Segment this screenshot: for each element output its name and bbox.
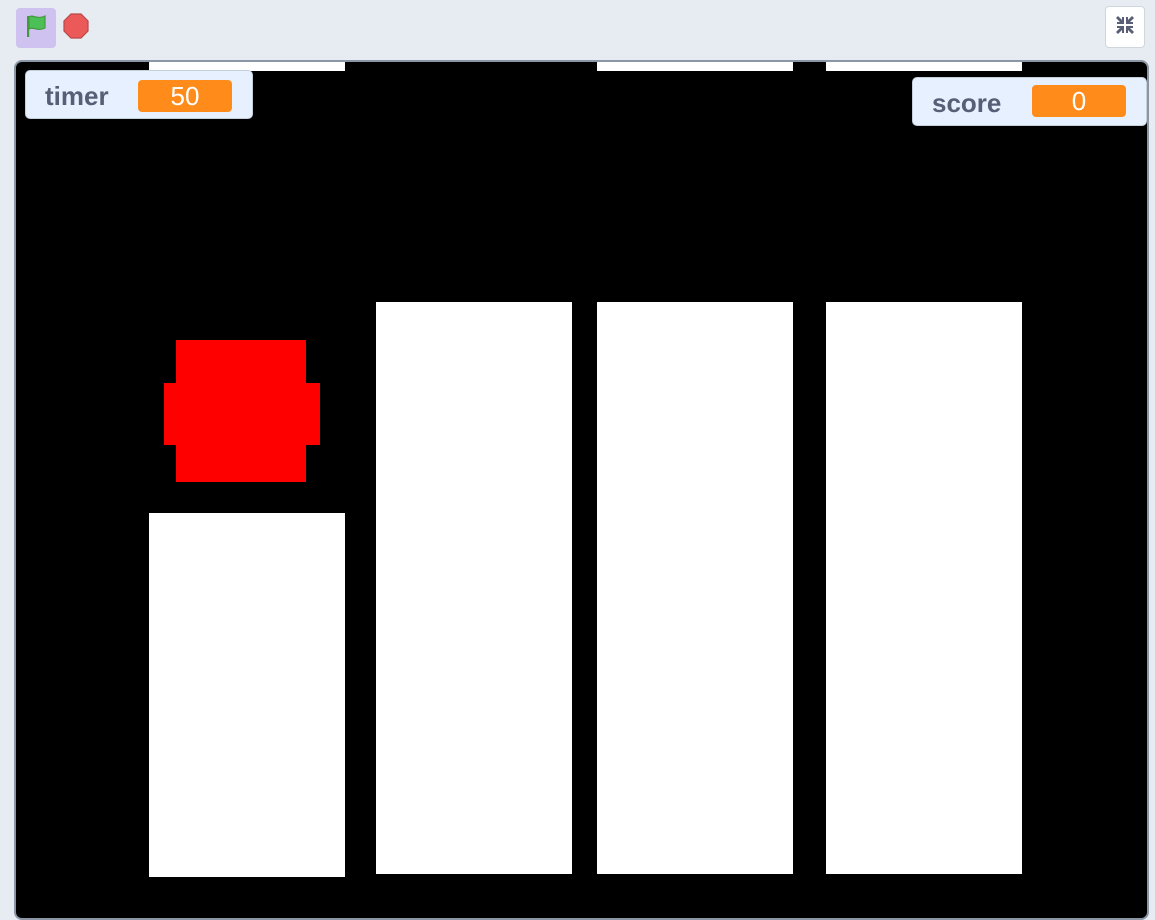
- exit-fullscreen-icon: [1114, 14, 1136, 41]
- stop-sign-icon: [63, 12, 89, 44]
- score-monitor[interactable]: score 0: [912, 77, 1147, 126]
- score-label: score: [932, 88, 1002, 118]
- exit-fullscreen-button[interactable]: [1105, 6, 1145, 48]
- player-sprite[interactable]: [164, 340, 320, 482]
- timer-monitor[interactable]: timer 50: [25, 70, 253, 119]
- pillar-2: [376, 302, 572, 874]
- pillar-3: [597, 302, 793, 874]
- score-value: 0: [1032, 85, 1126, 117]
- green-flag-icon: [23, 13, 49, 44]
- timer-label: timer: [45, 81, 109, 111]
- top-pillar-2: [597, 62, 793, 71]
- green-flag-button[interactable]: [16, 8, 56, 48]
- stop-button[interactable]: [60, 12, 92, 44]
- game-stage[interactable]: timer 50 score 0: [14, 60, 1149, 920]
- top-pillar-3: [826, 62, 1022, 71]
- timer-value: 50: [138, 80, 232, 112]
- stage-toolbar: [0, 0, 1155, 56]
- pillar-1: [149, 513, 345, 877]
- pillar-4: [826, 302, 1022, 874]
